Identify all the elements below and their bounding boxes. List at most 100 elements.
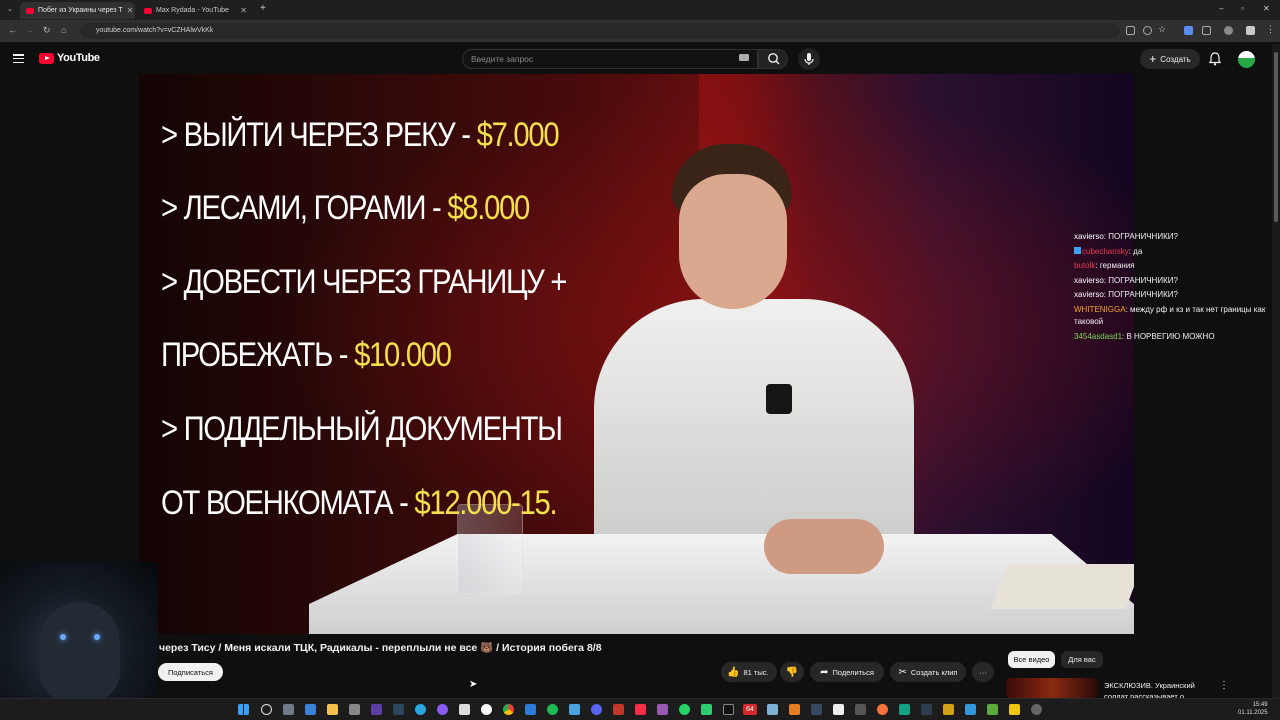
recommendation-thumbnail[interactable] [1006,678,1098,698]
spotify-icon[interactable] [547,704,558,715]
file-explorer-icon[interactable] [327,704,338,715]
back-icon[interactable]: ← [8,25,17,35]
taskbar-app-icon[interactable] [921,704,932,715]
menu-icon[interactable] [13,54,24,63]
close-tab-icon[interactable]: ✕ [240,6,247,15]
discord-icon[interactable] [591,704,602,715]
profile-icon[interactable] [1224,26,1233,35]
video-player[interactable]: > ВЫЙТИ ЧЕРЕЗ РЕКУ - $7.000 > ЛЕСАМИ, ГО… [139,74,1134,634]
chat-text: ПОГРАНИЧНИКИ? [1108,290,1178,299]
taskbar-app-icon[interactable] [1009,704,1020,715]
taskbar-app-icon[interactable] [657,704,668,715]
chat-message: cubechansky: да [1074,245,1278,260]
taskbar-app-icon[interactable] [349,704,360,715]
taskbar-app-icon[interactable] [899,704,910,715]
youtube-play-logo-icon [39,52,54,64]
taskbar-app-icon[interactable] [459,704,470,715]
taskbar-badge-app[interactable]: 64 [743,704,757,715]
taskbar-app-icon[interactable] [811,704,822,715]
taskbar-app-icon[interactable] [855,704,866,715]
forward-icon[interactable]: → [25,25,34,35]
windows-start-icon[interactable] [238,704,249,715]
chip-for-you[interactable]: Для вас [1061,651,1103,668]
more-actions-button[interactable]: ··· [972,662,994,682]
maximize-button[interactable]: ▫ [1241,4,1244,13]
chrome-icon[interactable] [503,704,514,715]
clip-label: Создать клип [910,667,958,677]
taskbar-app-icon[interactable] [613,704,624,715]
mail-icon[interactable] [525,704,536,715]
bookmark-star-icon[interactable]: ☆ [1158,24,1166,35]
recommendation-title[interactable]: ЭКСКЛЮЗИВ. Украинский солдат рассказывае… [1104,680,1214,698]
chat-message: xavierso: ПОГРАНИЧНИКИ? [1074,232,1178,241]
extension-shield-icon[interactable] [1246,26,1255,35]
lapel-mic [766,384,792,414]
whatsapp-icon[interactable] [679,704,690,715]
taskbar-app-icon[interactable] [437,704,448,715]
close-tab-icon[interactable]: ✕ [127,6,134,15]
like-button[interactable]: 👍 81 тыс. [721,662,777,682]
streamer-webcam: ⚙ [0,562,158,720]
chip-all-videos[interactable]: Все видео [1008,651,1055,668]
minecraft-icon[interactable] [987,704,998,715]
youtube-logo[interactable]: YouTube [39,52,100,64]
photos-icon[interactable] [569,704,580,715]
notebook [990,564,1134,609]
browser-tab-bar: ⌄ Побег из Украины через Т ✕ Max Rydada … [0,0,1280,20]
firefox-icon[interactable] [877,704,888,715]
scrollbar-thumb[interactable] [1274,52,1278,222]
video-hands [764,519,884,574]
tab-channel[interactable]: Max Rydada - YouTube ✕ [138,2,253,19]
clip-button[interactable]: ✂ Создать клип [890,662,966,682]
bell-icon[interactable] [1209,52,1221,66]
extensions-icon[interactable] [1202,26,1211,35]
taskbar-app-icon[interactable] [701,704,712,715]
home-icon[interactable]: ⌂ [61,25,66,35]
zoom-icon[interactable] [1143,26,1152,35]
share-button[interactable]: ➦ Поделиться [810,662,884,682]
chat-text: В НОРВЕГИЮ МОЖНО [1126,331,1215,341]
subscribe-button[interactable]: Подписаться [158,663,223,681]
chat-user: xavierso [1074,290,1104,299]
os-taskbar: 64 15:49 01.11.2025 [0,698,1280,720]
steam-icon[interactable] [393,704,404,715]
task-view-icon[interactable] [283,704,294,715]
taskbar-app-icon[interactable] [943,704,954,715]
tab-video[interactable]: Побег из Украины через Т ✕ [20,2,135,19]
cast-icon[interactable] [1126,26,1135,35]
overlay-line: ОТ ВОЕНКОМАТА - $12.000-15. [161,484,558,522]
avatar[interactable] [1238,51,1255,68]
taskbar-app-icon[interactable] [965,704,976,715]
minimize-button[interactable]: – [1219,4,1223,13]
system-clock[interactable]: 15:49 01.11.2025 [1238,701,1268,717]
browser-menu-icon[interactable]: ⋮ [1266,24,1275,35]
reload-icon[interactable]: ↻ [43,25,51,36]
taskbar-search-icon[interactable] [261,704,272,715]
taskbar-app-icon[interactable] [1031,704,1042,715]
create-button[interactable]: + Создать [1140,49,1200,69]
search-input[interactable]: Введите запрос [462,49,758,69]
close-window-button[interactable]: ✕ [1263,4,1270,13]
taskbar-app-icon[interactable] [833,704,844,715]
recommendation-more-icon[interactable]: ⋮ [1219,680,1229,691]
chat-message: xavierso: ПОГРАНИЧНИКИ? [1074,290,1178,299]
taskbar-app-icon[interactable] [371,704,382,715]
new-tab-button[interactable]: + [260,3,266,14]
voice-search-button[interactable] [798,48,820,70]
overlay-price: $10.000 [354,336,452,374]
taskbar-app-icon[interactable] [789,704,800,715]
chat-user: cubechansky [1082,246,1129,256]
dislike-button[interactable]: 👎 [780,662,804,682]
tab-list-chevron-icon[interactable]: ⌄ [7,5,13,13]
url-field[interactable]: youtube.com/watch?v=vCZHAlwVkKk [80,23,1120,39]
music-icon[interactable] [635,704,646,715]
extension-translate-icon[interactable] [1184,26,1193,35]
yandex-icon[interactable] [481,704,492,715]
telegram-icon[interactable] [415,704,426,715]
taskbar-app-icon[interactable] [767,704,778,715]
search-button[interactable] [758,49,788,69]
terminal-icon[interactable] [723,704,734,715]
widgets-icon[interactable] [305,704,316,715]
keyboard-icon[interactable] [739,54,749,61]
page-scrollbar[interactable] [1272,44,1280,698]
